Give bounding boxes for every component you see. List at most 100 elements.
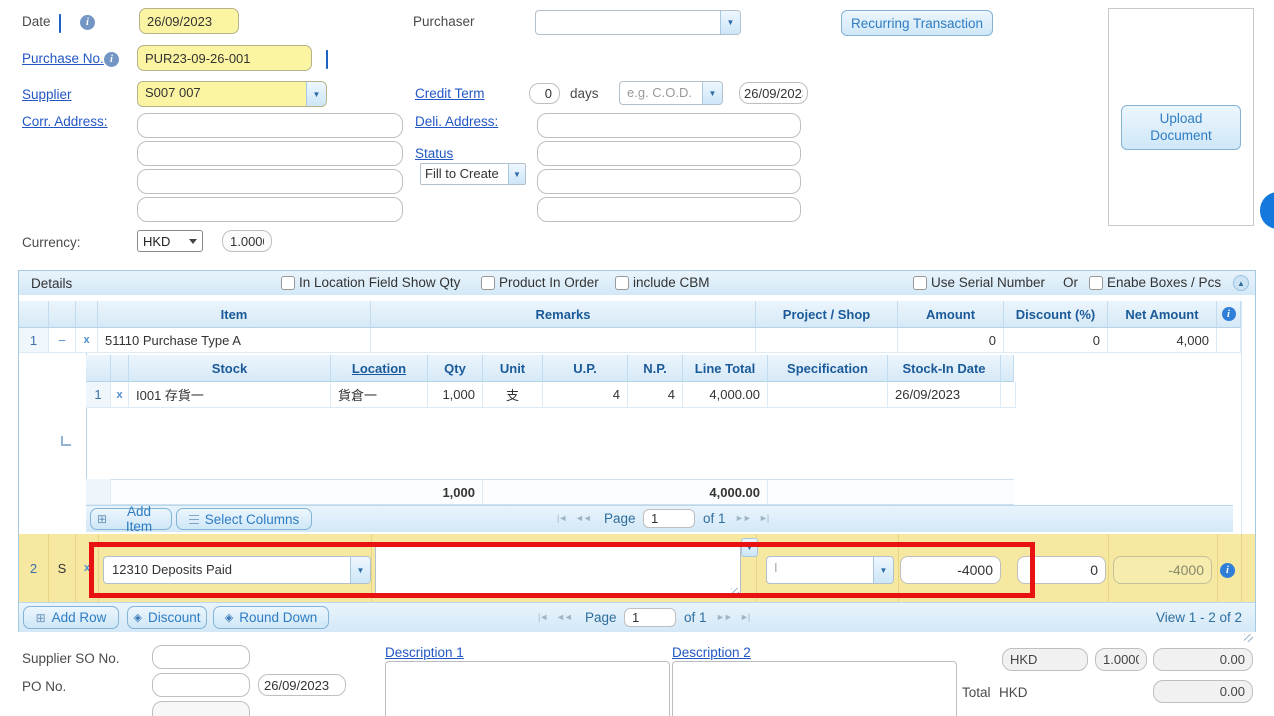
sub-column-stock-in-date[interactable]: Stock-In Date [888,355,1001,382]
sub-pager-next-icon[interactable]: ►► [735,513,751,523]
pager-next-icon[interactable]: ►► [716,612,732,622]
currency-select[interactable]: HKD [137,230,203,252]
pager-last-icon[interactable]: ►| [740,612,749,622]
row1-item-cell[interactable]: 51110 Purchase Type A [98,328,371,353]
row2-remarks-dropdown-icon[interactable]: ▼ [741,538,758,557]
column-header-amount[interactable]: Amount [898,301,1004,328]
side-tab-handle[interactable] [1260,192,1274,229]
recurring-transaction-button[interactable]: Recurring Transaction [841,10,993,36]
use-serial-number-checkbox[interactable] [913,276,927,290]
row2-project-dropdown-icon[interactable]: ▼ [873,557,893,583]
description1-link[interactable]: Description 1 [385,645,464,660]
sub-column-location[interactable]: Location [331,355,428,382]
corr-address-input-1[interactable] [137,113,403,138]
po-no-input[interactable] [152,673,250,697]
date-checkbox[interactable] [59,14,61,33]
deli-address-input-3[interactable] [537,169,801,194]
subrow-unit-cell[interactable]: 支 [483,382,543,408]
row1-delete-icon[interactable]: x [76,328,98,353]
purchaser-dropdown-icon[interactable]: ▼ [720,11,740,34]
column-header-item[interactable]: Item [98,301,371,328]
purchaser-combobox[interactable]: ▼ [535,10,741,35]
row2-amount-input[interactable] [900,556,1001,584]
add-row-button[interactable]: ⊞Add Row [23,606,119,629]
status-combobox[interactable]: Fill to Create ▼ [420,163,526,185]
sub-column-up[interactable]: U.P. [543,355,628,382]
row2-remarks-resize-handle[interactable] [731,588,739,595]
purchase-no-checkbox[interactable] [326,50,328,69]
pager-prev-icon[interactable]: ◄◄ [556,612,572,622]
row1-discount-cell[interactable]: 0 [1004,328,1108,353]
status-dropdown-icon[interactable]: ▼ [508,164,525,184]
subrow-location-cell[interactable]: 貨倉一 [331,382,428,408]
deli-address-input-1[interactable] [537,113,801,138]
grid-resize-handle[interactable] [1244,634,1253,642]
column-header-project[interactable]: Project / Shop [756,301,898,328]
upload-document-button[interactable]: Upload Document [1121,105,1241,150]
sub-pager-last-icon[interactable]: ►| [759,513,768,523]
credit-term-combobox[interactable]: e.g. C.O.D. ▼ [619,81,723,105]
sub-column-line-total[interactable]: Line Total [683,355,768,382]
deli-address-link[interactable]: Deli. Address: [415,114,498,129]
purchase-no-input[interactable] [137,45,312,71]
sub-column-specification[interactable]: Specification [768,355,888,382]
deli-address-input-4[interactable] [537,197,801,222]
collapse-panel-icon[interactable]: ▲ [1233,275,1249,291]
subrow-np-cell[interactable]: 4 [628,382,683,408]
row1-collapse-toggle[interactable]: − [49,328,76,353]
discount-button[interactable]: ◈Discount [127,606,207,629]
row1-amount-cell[interactable]: 0 [898,328,1004,353]
product-in-order-checkbox[interactable] [481,276,495,290]
sub-column-qty[interactable]: Qty [428,355,483,382]
include-cbm-checkbox[interactable] [615,276,629,290]
column-header-discount[interactable]: Discount (%) [1004,301,1108,328]
subrow-stock-cell[interactable]: I001 存貨一 [129,382,331,408]
credit-term-dropdown-icon[interactable]: ▼ [702,82,722,104]
subrow-delete-icon[interactable]: x [111,382,129,408]
subrow-up-cell[interactable]: 4 [543,382,628,408]
column-header-remarks[interactable]: Remarks [371,301,756,328]
supplier-combobox[interactable]: S007 007 ▼ [137,81,327,107]
pager-page-input[interactable] [624,608,676,627]
purchase-no-info-icon[interactable]: i [104,52,119,67]
add-item-button[interactable]: ⊞Add Item [90,508,172,530]
credit-term-days-input[interactable] [529,83,560,104]
row2-account-dropdown-icon[interactable]: ▼ [350,557,370,583]
in-location-show-qty-checkbox[interactable] [281,276,295,290]
description1-textarea[interactable] [385,661,670,716]
row2-discount-input[interactable] [1017,556,1106,584]
corr-address-input-3[interactable] [137,169,403,194]
po-date-input[interactable] [258,674,346,696]
supplier-so-input[interactable] [152,645,250,669]
sub-pager-first-icon[interactable]: |◄ [557,513,566,523]
row1-net-cell[interactable]: 4,000 [1108,328,1217,353]
supplier-dropdown-icon[interactable]: ▼ [306,82,326,106]
subrow-stock-in-date-cell[interactable]: 26/09/2023 [888,382,1001,408]
select-columns-button[interactable]: Select Columns [176,508,312,530]
corr-address-input-4[interactable] [137,197,403,222]
row2-info-icon[interactable]: i [1220,563,1235,578]
description2-textarea[interactable] [672,661,957,716]
date-info-icon[interactable]: i [80,15,95,30]
sub-pager-prev-icon[interactable]: ◄◄ [575,513,591,523]
sub-column-np[interactable]: N.P. [628,355,683,382]
deli-address-input-2[interactable] [537,141,801,166]
exchange-rate-input[interactable] [222,230,272,252]
date-input[interactable] [139,8,239,34]
extra-ref-input[interactable] [152,701,250,716]
supplier-link[interactable]: Supplier [22,87,72,102]
column-header-net-amount[interactable]: Net Amount [1108,301,1217,328]
description2-link[interactable]: Description 2 [672,645,751,660]
enable-boxes-checkbox[interactable] [1089,276,1103,290]
purchase-no-link[interactable]: Purchase No. [22,51,104,66]
row2-delete-icon[interactable]: x [76,534,98,602]
credit-term-date-input[interactable] [739,82,808,104]
row2-remarks-textarea[interactable] [375,544,741,596]
corr-address-input-2[interactable] [137,141,403,166]
sub-pager-page-input[interactable] [643,509,695,528]
status-link[interactable]: Status [415,146,453,161]
row2-account-combobox[interactable]: 12310 Deposits Paid ▼ [103,556,371,584]
subrow-specification-cell[interactable] [768,382,888,408]
credit-term-link[interactable]: Credit Term [415,86,485,101]
subrow-qty-cell[interactable]: 1,000 [428,382,483,408]
